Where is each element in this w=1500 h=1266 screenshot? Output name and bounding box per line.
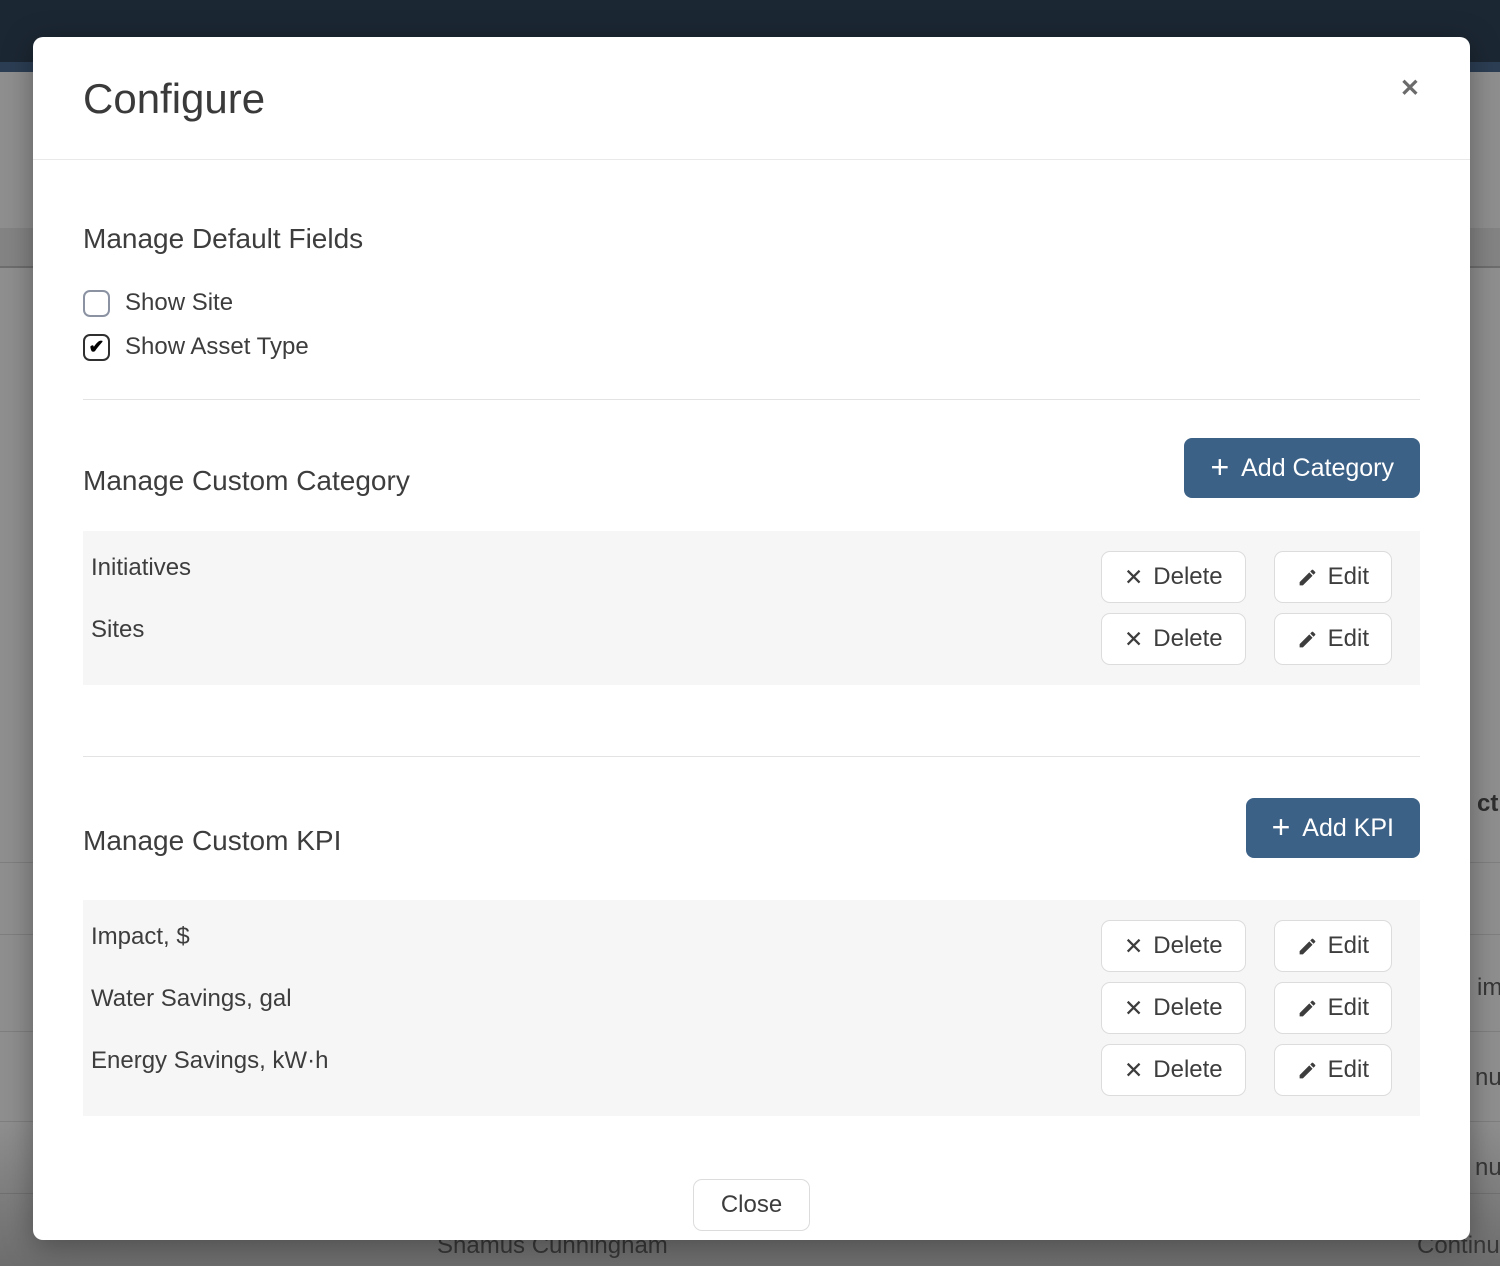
row-actions: ✕ Delete Edit <box>1101 551 1392 603</box>
delete-button[interactable]: ✕ Delete <box>1101 982 1246 1034</box>
delete-button-label: Delete <box>1153 625 1222 653</box>
custom-category-list: Initiatives ✕ Delete Edit Sites ✕ <box>83 531 1420 685</box>
show-site-checkbox[interactable] <box>83 290 110 317</box>
modal-header: Configure ✕ <box>33 37 1470 160</box>
kpi-row: Impact, $ ✕ Delete Edit <box>91 920 1392 972</box>
background-text-fragment: nu <box>1475 1154 1500 1182</box>
pencil-icon <box>1297 567 1318 588</box>
background-text-fragment: nu <box>1475 1064 1500 1092</box>
show-asset-type-checkbox-row[interactable]: Show Asset Type <box>83 325 1420 369</box>
category-row: Initiatives ✕ Delete Edit <box>91 551 1392 603</box>
delete-x-icon: ✕ <box>1124 997 1143 1020</box>
delete-button-label: Delete <box>1153 563 1222 591</box>
pencil-icon <box>1297 629 1318 650</box>
section-custom-category-header: Manage Custom Category + Add Category <box>83 438 1420 498</box>
delete-x-icon: ✕ <box>1124 566 1143 589</box>
add-kpi-button[interactable]: + Add KPI <box>1246 798 1420 858</box>
default-fields-heading: Manage Default Fields <box>83 222 1420 256</box>
edit-button-label: Edit <box>1328 1056 1369 1084</box>
show-asset-type-checkbox[interactable] <box>83 334 110 361</box>
edit-button[interactable]: Edit <box>1274 613 1392 665</box>
delete-button-label: Delete <box>1153 932 1222 960</box>
add-category-label: Add Category <box>1241 454 1394 483</box>
edit-button[interactable]: Edit <box>1274 1044 1392 1096</box>
add-category-button[interactable]: + Add Category <box>1184 438 1420 498</box>
row-actions: ✕ Delete Edit <box>1101 1044 1392 1096</box>
edit-button[interactable]: Edit <box>1274 920 1392 972</box>
add-kpi-label: Add KPI <box>1302 814 1394 843</box>
kpi-row: Energy Savings, kW·h ✕ Delete Edit <box>91 1044 1392 1096</box>
close-icon[interactable]: ✕ <box>1400 77 1420 101</box>
edit-button-label: Edit <box>1328 994 1369 1022</box>
show-site-checkbox-row[interactable]: Show Site <box>83 281 1420 325</box>
section-default-fields: Manage Default Fields Show Site Show Ass… <box>83 222 1420 369</box>
edit-button-label: Edit <box>1328 932 1369 960</box>
delete-x-icon: ✕ <box>1124 628 1143 651</box>
custom-kpi-heading: Manage Custom KPI <box>83 824 341 858</box>
delete-button[interactable]: ✕ Delete <box>1101 920 1246 972</box>
edit-button-label: Edit <box>1328 563 1369 591</box>
custom-kpi-list: Impact, $ ✕ Delete Edit Water Savings, g… <box>83 900 1420 1116</box>
category-row-label: Sites <box>91 615 144 645</box>
modal-body: Manage Default Fields Show Site Show Ass… <box>33 222 1470 1231</box>
section-custom-kpi-header: Manage Custom KPI + Add KPI <box>83 798 1420 858</box>
plus-icon: + <box>1210 451 1229 483</box>
delete-button-label: Delete <box>1153 994 1222 1022</box>
configure-modal: Configure ✕ Manage Default Fields Show S… <box>33 37 1470 1240</box>
row-actions: ✕ Delete Edit <box>1101 982 1392 1034</box>
delete-button[interactable]: ✕ Delete <box>1101 551 1246 603</box>
category-row-label: Initiatives <box>91 553 191 583</box>
pencil-icon <box>1297 998 1318 1019</box>
kpi-row: Water Savings, gal ✕ Delete Edit <box>91 982 1392 1034</box>
kpi-row-label: Energy Savings, kW·h <box>91 1046 328 1076</box>
section-divider <box>83 756 1420 757</box>
kpi-row-label: Impact, $ <box>91 922 190 952</box>
custom-category-heading: Manage Custom Category <box>83 464 410 498</box>
edit-button[interactable]: Edit <box>1274 551 1392 603</box>
close-button[interactable]: Close <box>693 1179 810 1231</box>
show-site-label: Show Site <box>125 289 233 317</box>
plus-icon: + <box>1272 811 1291 843</box>
pencil-icon <box>1297 936 1318 957</box>
show-asset-type-label: Show Asset Type <box>125 333 309 361</box>
edit-button[interactable]: Edit <box>1274 982 1392 1034</box>
kpi-row-label: Water Savings, gal <box>91 984 292 1014</box>
delete-button[interactable]: ✕ Delete <box>1101 1044 1246 1096</box>
background-text-fragment: ct <box>1477 790 1498 818</box>
modal-footer: Close <box>83 1179 1420 1231</box>
background-text-fragment: im <box>1477 974 1500 1002</box>
pencil-icon <box>1297 1060 1318 1081</box>
delete-button-label: Delete <box>1153 1056 1222 1084</box>
row-actions: ✕ Delete Edit <box>1101 613 1392 665</box>
modal-title: Configure <box>83 73 1420 125</box>
delete-x-icon: ✕ <box>1124 1059 1143 1082</box>
edit-button-label: Edit <box>1328 625 1369 653</box>
delete-button[interactable]: ✕ Delete <box>1101 613 1246 665</box>
category-row: Sites ✕ Delete Edit <box>91 613 1392 665</box>
row-actions: ✕ Delete Edit <box>1101 920 1392 972</box>
section-divider <box>83 399 1420 400</box>
delete-x-icon: ✕ <box>1124 935 1143 958</box>
default-fields-checkbox-group: Show Site Show Asset Type <box>83 281 1420 369</box>
